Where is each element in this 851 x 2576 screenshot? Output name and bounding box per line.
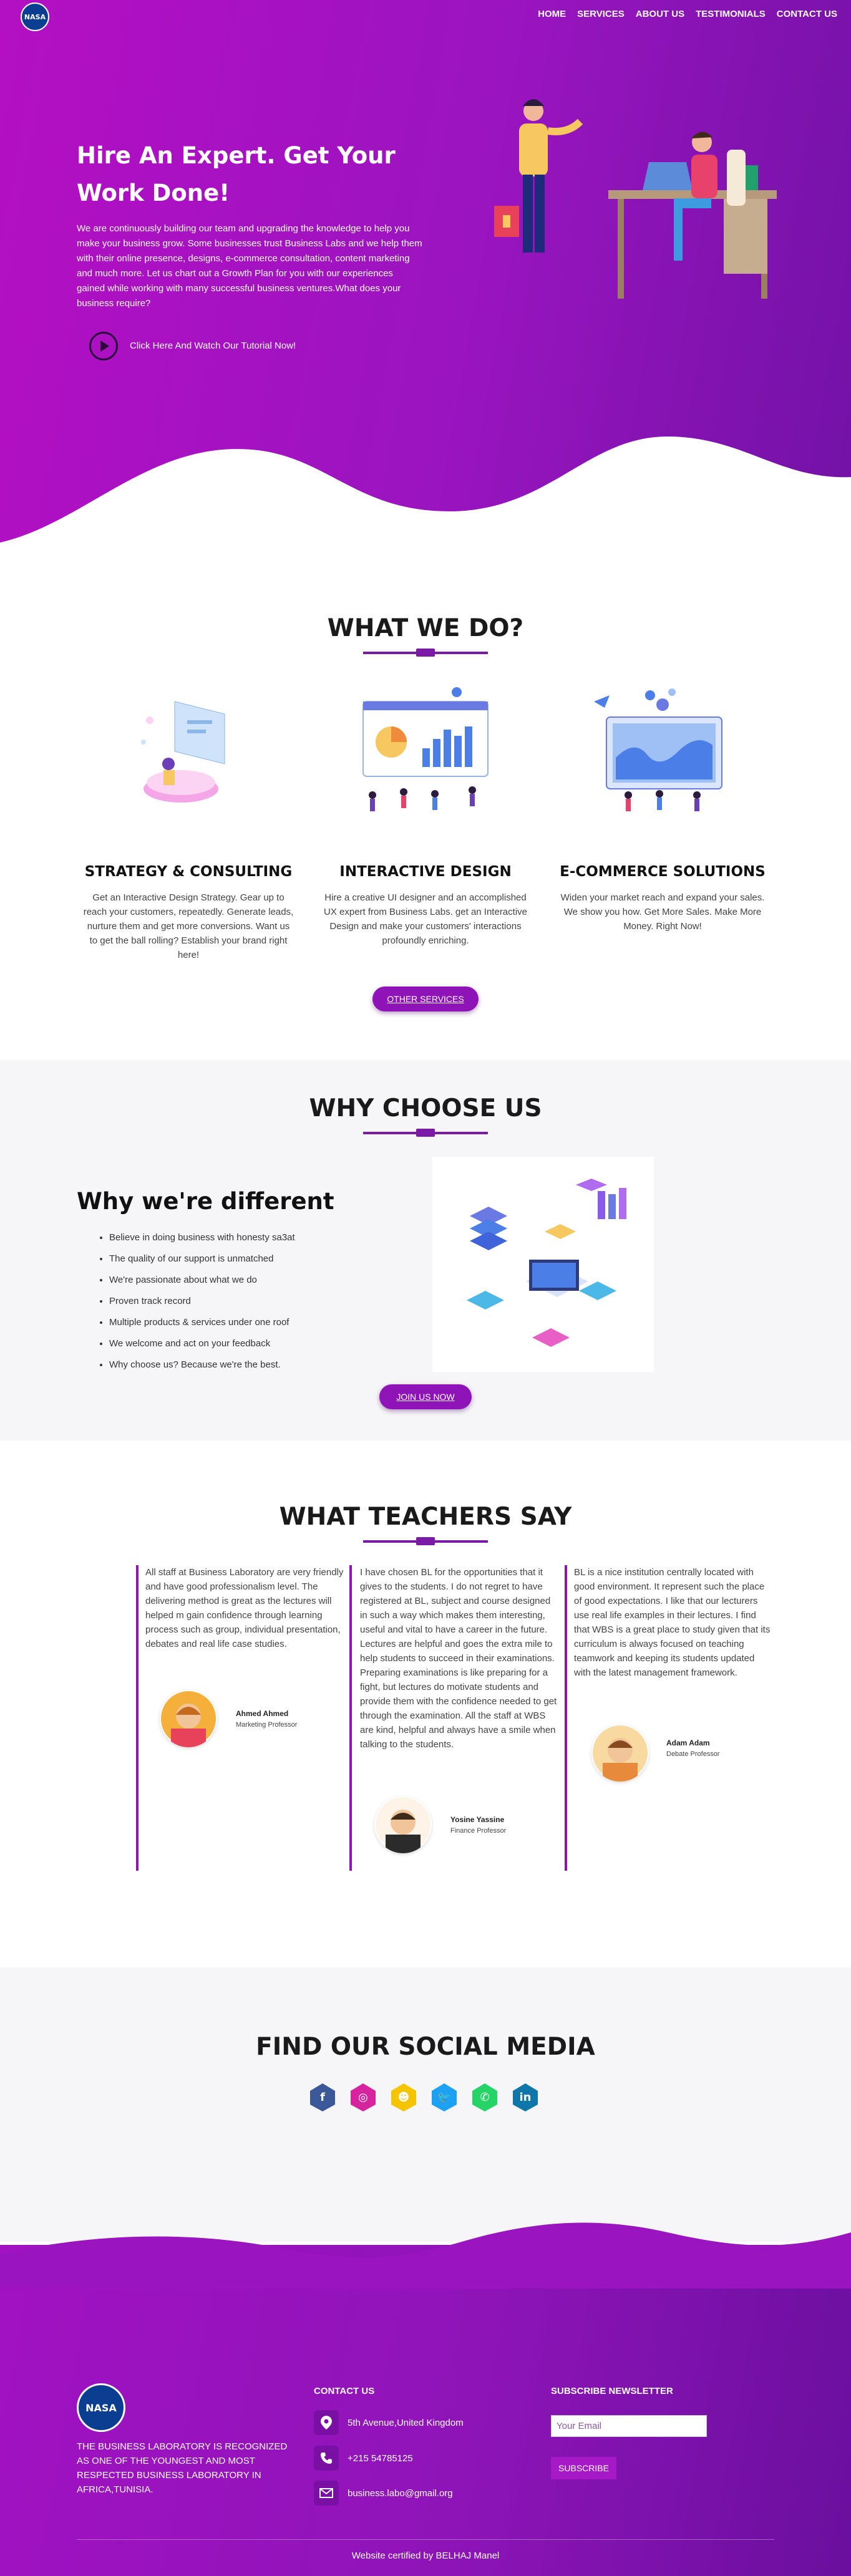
why-item: We're passionate about what we do <box>109 1270 295 1291</box>
phone-icon <box>314 2446 339 2471</box>
hero-title: Hire An Expert. Get Your Work Done! <box>77 142 396 206</box>
testimonial-text-1: All staff at Business Laboratory are ver… <box>145 1567 344 1649</box>
testimonial-name-3: Adam Adam <box>666 1739 710 1747</box>
snapchat-icon[interactable]: ☻ <box>388 2082 419 2113</box>
nav-contact-us[interactable]: CONTACT US <box>777 9 837 19</box>
avatar <box>591 1724 649 1782</box>
avatar-yosine-icon <box>376 1797 430 1853</box>
footer-divider <box>77 2539 774 2540</box>
service-desc-ecommerce: Widen your market reach and expand your … <box>560 892 765 932</box>
facebook-icon-glyph: f <box>320 2090 325 2104</box>
why-item: Proven track record <box>109 1291 295 1312</box>
why-choose-title: WHY CHOOSE US <box>309 1094 542 1122</box>
social-title: FIND OUR SOCIAL MEDIA <box>256 2033 595 2061</box>
what-we-do-underline <box>363 649 488 657</box>
envelope-glyph <box>319 2488 333 2498</box>
play-tutorial-button[interactable] <box>89 332 118 360</box>
phone-glyph <box>321 2453 332 2464</box>
footer-phone[interactable]: +215 54785125 <box>348 2453 413 2464</box>
avatar <box>160 1690 217 1747</box>
why-choose-underline <box>363 1129 488 1137</box>
footer-about: THE BUSINESS LABORATORY IS RECOGNIZED AS… <box>77 2441 288 2495</box>
teachers-underline <box>363 1537 488 1545</box>
twitter-icon[interactable]: 🐦 <box>429 2082 460 2113</box>
why-item: Why choose us? Because we're the best. <box>109 1354 295 1376</box>
footer-contact-title: CONTACT US <box>314 2386 375 2396</box>
nav-testimonials[interactable]: TESTIMONIALS <box>696 9 766 19</box>
teachers-title: WHAT TEACHERS SAY <box>279 1503 572 1531</box>
tutorial-link[interactable]: Click Here And Watch Our Tutorial Now! <box>130 340 296 351</box>
why-item: Believe in doing business with honesty s… <box>109 1227 295 1248</box>
service-title-ecommerce: E-COMMERCE SOLUTIONS <box>560 864 766 880</box>
other-services-button[interactable]: OTHER SERVICES <box>372 987 479 1011</box>
footer-logo[interactable]: NASA <box>77 2383 125 2432</box>
brand-logo-text: NASA <box>24 12 46 21</box>
location-pin-glyph <box>321 2416 332 2429</box>
avatar <box>374 1796 432 1853</box>
brand-logo[interactable]: NASA <box>21 2 49 31</box>
testimonial-role-1: Marketing Professor <box>236 1721 298 1729</box>
service-title-design: INTERACTIVE DESIGN <box>339 864 512 880</box>
service-desc-strategy: Get an Interactive Design Strategy. Gear… <box>83 892 294 960</box>
facebook-icon[interactable]: f <box>307 2082 338 2113</box>
footer-certified: Website certified by BELHAJ Manel <box>351 2550 500 2561</box>
hero-wave <box>0 437 851 555</box>
whatsapp-icon-glyph: ✆ <box>480 2090 490 2104</box>
hero-illustration <box>494 99 777 299</box>
hero-text: We are continuously building our team an… <box>77 223 422 309</box>
why-item: We welcome and act on your feedback <box>109 1333 295 1354</box>
footer-email[interactable]: business.labo@gmail.org <box>348 2488 453 2499</box>
newsletter-title: SUBSCRIBE NEWSLETTER <box>551 2386 673 2396</box>
testimonial-card-1 <box>136 1565 139 1871</box>
linkedin-icon[interactable]: in <box>510 2082 541 2113</box>
why-item: Multiple products & services under one r… <box>109 1312 295 1333</box>
location-pin-icon <box>314 2410 339 2435</box>
avatar-ahmed-icon <box>161 1691 216 1747</box>
whatsapp-icon[interactable]: ✆ <box>469 2082 500 2113</box>
testimonial-card-3 <box>565 1565 567 1871</box>
service-desc-design: Hire a creative UI designer and an accom… <box>324 892 527 946</box>
what-we-do-title: WHAT WE DO? <box>327 614 524 642</box>
subscribe-button[interactable]: SUBSCRIBE <box>551 2457 616 2479</box>
service-title-strategy: STRATEGY & CONSULTING <box>84 864 293 880</box>
snapchat-icon-glyph: ☻ <box>397 2090 410 2104</box>
nav-services[interactable]: SERVICES <box>577 9 625 19</box>
nav-about-us[interactable]: ABOUT US <box>636 9 684 19</box>
why-different-heading: Why we're different <box>77 1188 334 1215</box>
envelope-icon <box>314 2481 339 2506</box>
testimonial-name-1: Ahmed Ahmed <box>236 1709 289 1718</box>
testimonial-role-2: Finance Professor <box>450 1827 507 1835</box>
ecommerce-illustration <box>594 688 722 811</box>
newsletter-email-input[interactable] <box>551 2415 707 2437</box>
interactive-design-illustration <box>362 687 489 811</box>
page: NASA HOME SERVICES ABOUT US TESTIMONIALS… <box>0 0 851 2576</box>
testimonial-text-3: BL is a nice institution centrally locat… <box>574 1567 771 1678</box>
testimonial-name-2: Yosine Yassine <box>450 1815 505 1824</box>
strategy-illustration <box>141 701 225 803</box>
social-section <box>0 1967 851 2242</box>
footer-logo-text: NASA <box>85 2401 117 2414</box>
avatar-adam-icon <box>593 1725 648 1782</box>
footer <box>0 2245 851 2576</box>
why-illustration <box>432 1157 654 1372</box>
join-us-button[interactable]: JOIN US NOW <box>379 1384 472 1409</box>
main-nav: HOME SERVICES ABOUT US TESTIMONIALS CONT… <box>538 9 837 19</box>
nav-home[interactable]: HOME <box>538 9 566 19</box>
testimonial-text-2: I have chosen BL for the opportunities t… <box>360 1567 557 1750</box>
twitter-icon-glyph: 🐦 <box>437 2090 452 2104</box>
why-item: The quality of our support is unmatched <box>109 1248 295 1270</box>
footer-wave <box>0 2222 851 2289</box>
instagram-icon-glyph: ◎ <box>358 2090 368 2104</box>
testimonial-card-2 <box>349 1565 352 1871</box>
linkedin-icon-glyph: in <box>519 2090 532 2104</box>
footer-address: 5th Avenue,United Kingdom <box>348 2418 464 2428</box>
why-list: Believe in doing business with honesty s… <box>109 1227 295 1376</box>
testimonial-role-3: Debate Professor <box>666 1750 720 1758</box>
instagram-icon[interactable]: ◎ <box>348 2082 379 2113</box>
